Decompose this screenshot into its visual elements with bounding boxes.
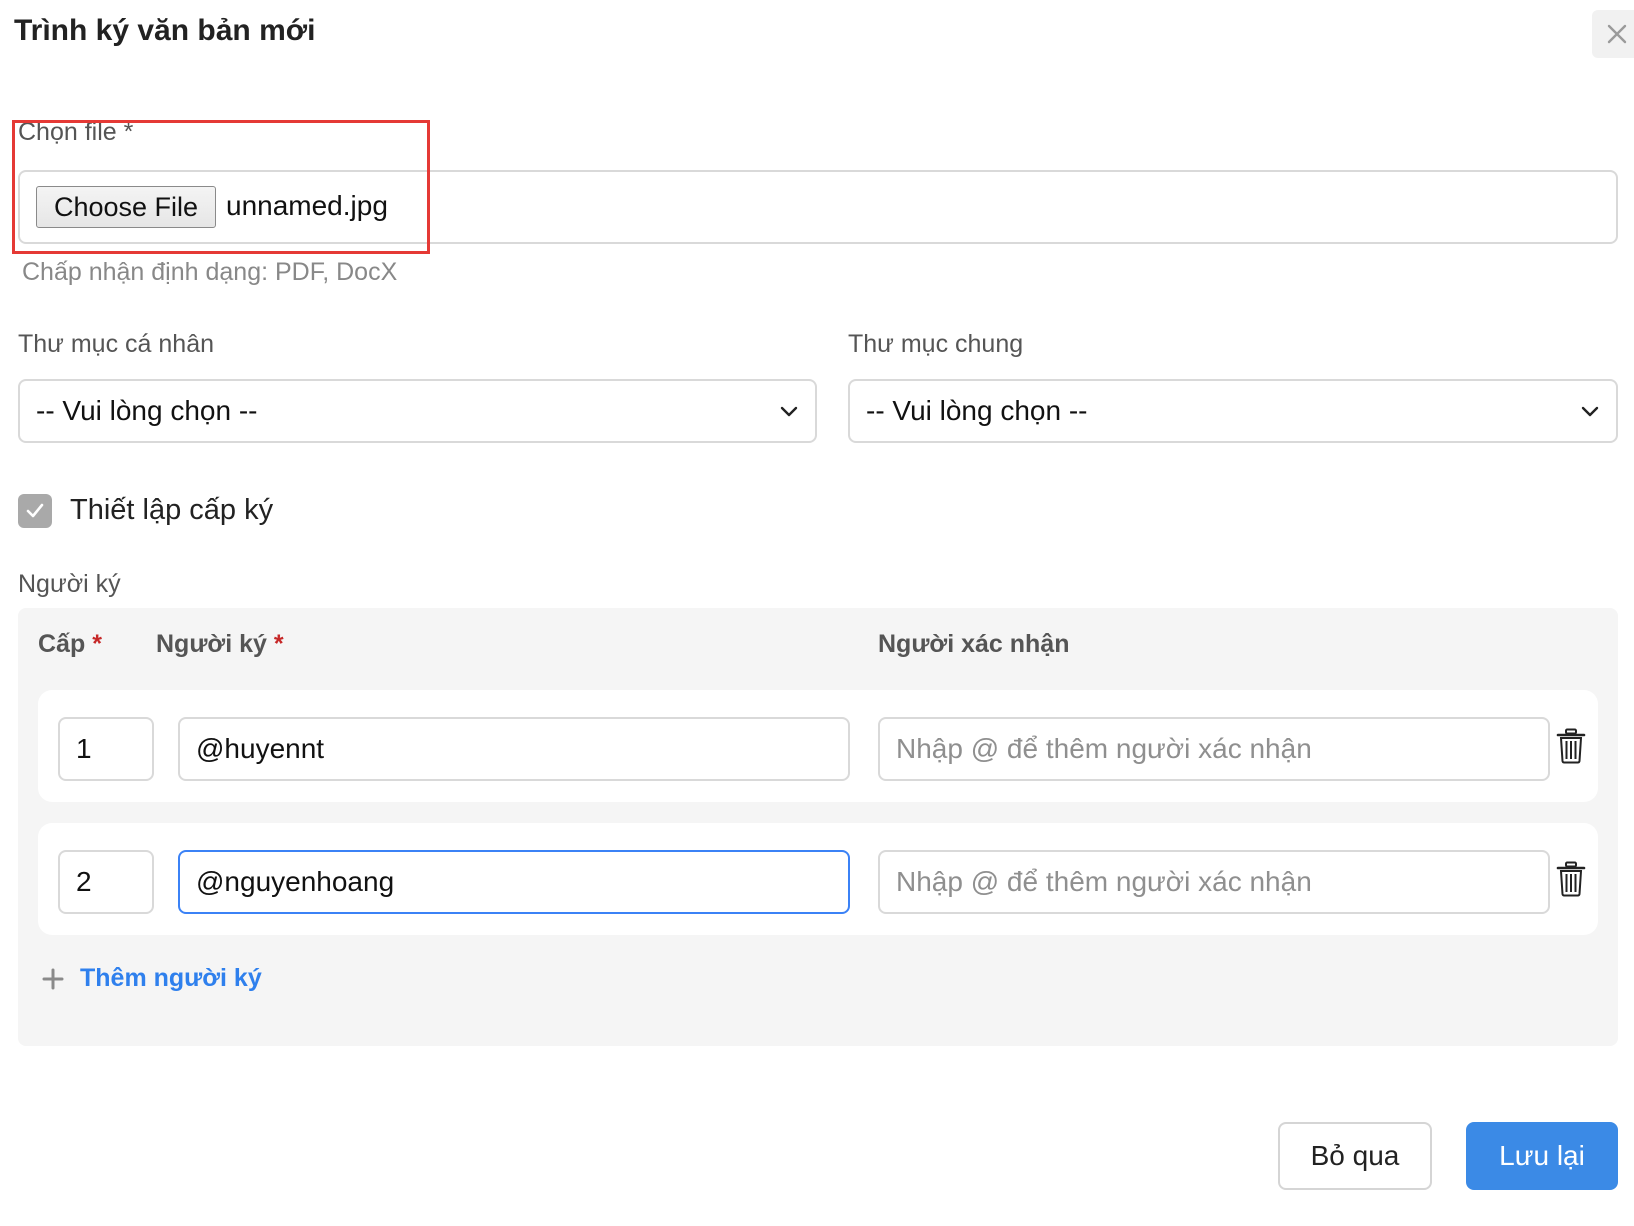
add-signer-label: Thêm người ký bbox=[80, 964, 262, 992]
column-level-required: * bbox=[92, 630, 102, 658]
checkmark-icon bbox=[26, 503, 44, 518]
trash-icon bbox=[1556, 861, 1586, 897]
column-signer-required: * bbox=[273, 630, 284, 658]
personal-folder-value: -- Vui lòng chọn -- bbox=[36, 395, 258, 426]
signer-input[interactable]: @nguyenhoang bbox=[178, 850, 850, 914]
personal-folder-select[interactable]: -- Vui lòng chọn -- bbox=[18, 379, 817, 443]
close-button[interactable] bbox=[1592, 10, 1634, 58]
delete-row-button[interactable] bbox=[1556, 861, 1586, 902]
column-header-confirmer: Người xác nhận bbox=[878, 630, 1070, 658]
signing-levels-checkbox[interactable] bbox=[18, 494, 52, 528]
shared-folder-value: -- Vui lòng chọn -- bbox=[866, 395, 1088, 426]
signer-input[interactable]: @huyennt bbox=[178, 717, 850, 781]
chevron-down-icon bbox=[780, 406, 798, 417]
add-signer-button[interactable]: Thêm người ký bbox=[42, 964, 262, 993]
shared-folder-select[interactable]: -- Vui lòng chọn -- bbox=[848, 379, 1618, 443]
dialog-title: Trình ký văn bản mới bbox=[14, 14, 316, 47]
delete-row-button[interactable] bbox=[1556, 728, 1586, 769]
chevron-down-icon bbox=[1581, 406, 1599, 417]
column-header-level: Cấp * bbox=[38, 630, 102, 659]
signer-level-input[interactable]: 1 bbox=[58, 717, 154, 781]
cancel-button[interactable]: Bỏ qua bbox=[1278, 1122, 1432, 1190]
column-header-signer: Người ký * bbox=[156, 630, 284, 659]
signer-level-input[interactable]: 2 bbox=[58, 850, 154, 914]
confirmer-input[interactable]: Nhập @ để thêm người xác nhận bbox=[878, 717, 1550, 781]
save-button[interactable]: Lưu lại bbox=[1466, 1122, 1618, 1190]
shared-folder-label: Thư mục chung bbox=[848, 330, 1024, 358]
close-icon bbox=[1607, 24, 1627, 44]
highlight-box bbox=[12, 120, 430, 254]
signing-levels-label: Thiết lập cấp ký bbox=[70, 494, 274, 526]
trash-icon bbox=[1556, 728, 1586, 764]
column-level-text: Cấp bbox=[38, 630, 86, 658]
confirmer-input[interactable]: Nhập @ để thêm người xác nhận bbox=[878, 850, 1550, 914]
signers-section-label: Người ký bbox=[18, 570, 121, 598]
personal-folder-label: Thư mục cá nhân bbox=[18, 330, 214, 358]
plus-icon bbox=[42, 968, 64, 989]
file-format-hint: Chấp nhận định dạng: PDF, DocX bbox=[22, 258, 398, 286]
column-signer-text: Người ký bbox=[156, 630, 267, 658]
